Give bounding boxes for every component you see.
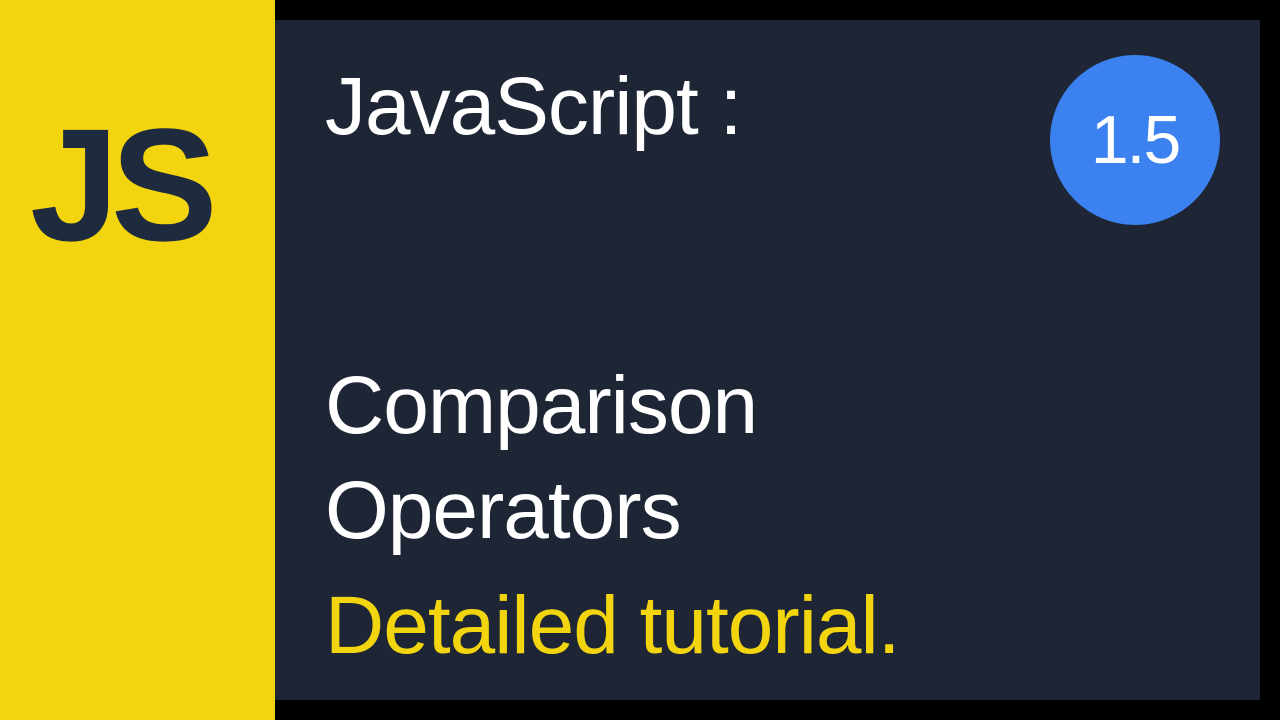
body-content: Comparison Operators Detailed tutorial. <box>325 354 1210 679</box>
topic-line-2: Operators <box>325 459 1210 564</box>
js-logo-text: JS <box>30 95 210 274</box>
subtitle-line: Detailed tutorial. <box>325 574 1210 679</box>
topic-line-1: Comparison <box>325 354 1210 459</box>
title-row: JavaScript : 1.5 <box>325 60 1210 154</box>
yellow-sidebar: JS <box>0 0 275 720</box>
slide-container: JS JavaScript : 1.5 Comparison Operators… <box>0 0 1280 720</box>
content-panel: JavaScript : 1.5 Comparison Operators De… <box>275 20 1260 700</box>
js-logo: JS <box>30 105 210 265</box>
version-number: 1.5 <box>1091 101 1180 179</box>
version-badge: 1.5 <box>1050 55 1220 225</box>
